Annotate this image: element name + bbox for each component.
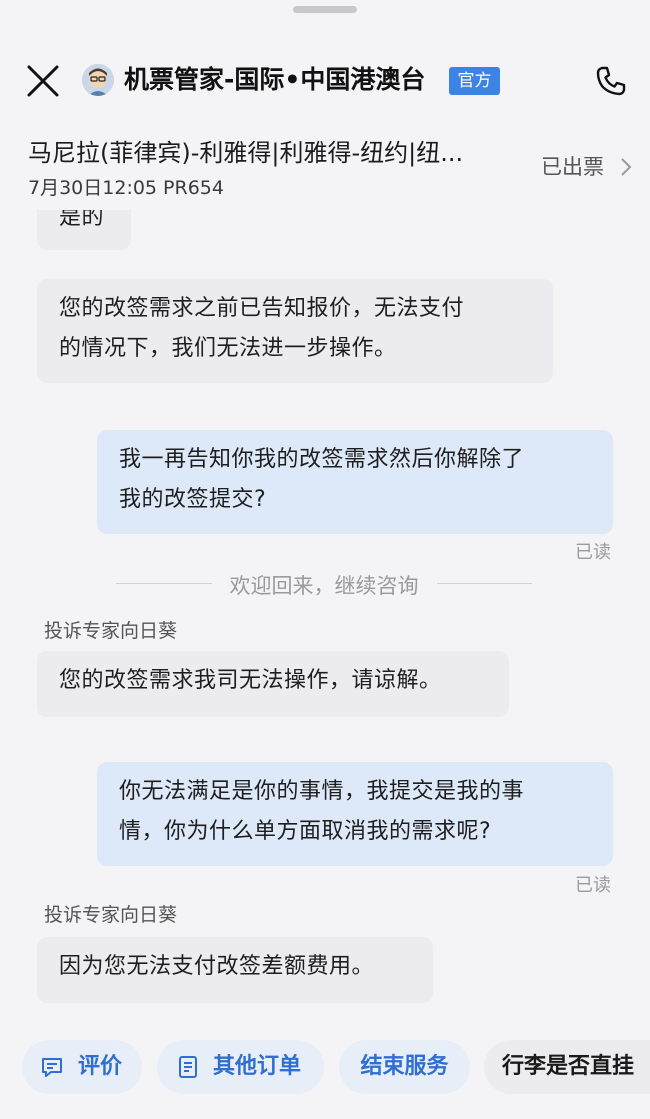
quick-action-bar: 评价 其他订单 结束服务 行李是否直挂 xyxy=(0,1040,650,1096)
official-badge: 官方 xyxy=(449,67,500,95)
phone-icon[interactable] xyxy=(594,64,628,98)
chip-label: 行李是否直挂 xyxy=(502,1054,635,1079)
message-text: 你无法满足是你的事情，我提交是我的事 xyxy=(119,779,525,804)
comment-icon xyxy=(42,1058,62,1077)
message-text: 情，你为什么单方面取消我的需求呢? xyxy=(119,819,492,844)
read-receipt: 已读 xyxy=(575,875,611,896)
chat-title: 机票管家-国际•中国港澳台 xyxy=(124,65,426,94)
sender-name: 投诉专家向日葵 xyxy=(44,620,178,642)
message-text: 我的改签提交? xyxy=(119,487,267,512)
rate-button[interactable]: 评价 xyxy=(22,1040,142,1094)
partial-message-clip: 是的 xyxy=(37,210,131,250)
message-text: 的情况下，我们无法进一步操作。 xyxy=(59,336,397,361)
read-receipt: 已读 xyxy=(575,542,611,563)
ticket-status: 已出票 xyxy=(541,155,604,179)
top-bar: 机票管家-国际•中国港澳台 官方 xyxy=(0,50,650,112)
close-icon[interactable] xyxy=(26,64,60,98)
message-bubble-incoming: 您的改签需求我司无法操作，请谅解。 xyxy=(37,651,509,717)
flight-route: 马尼拉(菲律宾)-利雅得|利雅得-纽约|纽... xyxy=(28,139,464,167)
message-text: 您的改签需求之前已告知报价，无法支付 xyxy=(59,296,465,321)
sheet-grab-handle[interactable] xyxy=(293,6,357,13)
session-divider: 欢迎回来，继续咨询 xyxy=(116,566,532,602)
avatar xyxy=(82,64,114,96)
luggage-question-button[interactable]: 行李是否直挂 xyxy=(484,1040,650,1094)
divider-text: 欢迎回来，继续咨询 xyxy=(211,574,437,598)
chip-label: 评价 xyxy=(78,1054,123,1079)
message-text: 您的改签需求我司无法操作，请谅解。 xyxy=(59,668,442,693)
message-bubble-incoming: 是的 xyxy=(37,210,131,250)
end-service-button[interactable]: 结束服务 xyxy=(339,1040,470,1094)
message-bubble-incoming: 因为您无法支付改签差额费用。 xyxy=(37,937,433,1003)
document-icon xyxy=(179,1056,197,1078)
order-summary[interactable]: 马尼拉(菲律宾)-利雅得|利雅得-纽约|纽... 7月30日12:05 PR65… xyxy=(0,130,650,210)
sender-name: 投诉专家向日葵 xyxy=(44,904,178,926)
message-bubble-incoming: 您的改签需求之前已告知报价，无法支付 的情况下，我们无法进一步操作。 xyxy=(37,279,553,383)
chip-label: 结束服务 xyxy=(360,1054,449,1079)
other-orders-button[interactable]: 其他订单 xyxy=(157,1040,324,1094)
message-text: 因为您无法支付改签差额费用。 xyxy=(59,954,375,979)
chip-label: 其他订单 xyxy=(213,1054,302,1079)
chevron-right-icon xyxy=(621,158,632,176)
message-text: 我一再告知你我的改签需求然后你解除了 xyxy=(119,447,525,472)
message-bubble-outgoing: 我一再告知你我的改签需求然后你解除了 我的改签提交? xyxy=(97,430,613,534)
message-bubble-outgoing: 你无法满足是你的事情，我提交是我的事 情，你为什么单方面取消我的需求呢? xyxy=(97,762,613,866)
flight-date-number: 7月30日12:05 PR654 xyxy=(28,177,224,199)
message-text: 是的 xyxy=(59,210,105,230)
